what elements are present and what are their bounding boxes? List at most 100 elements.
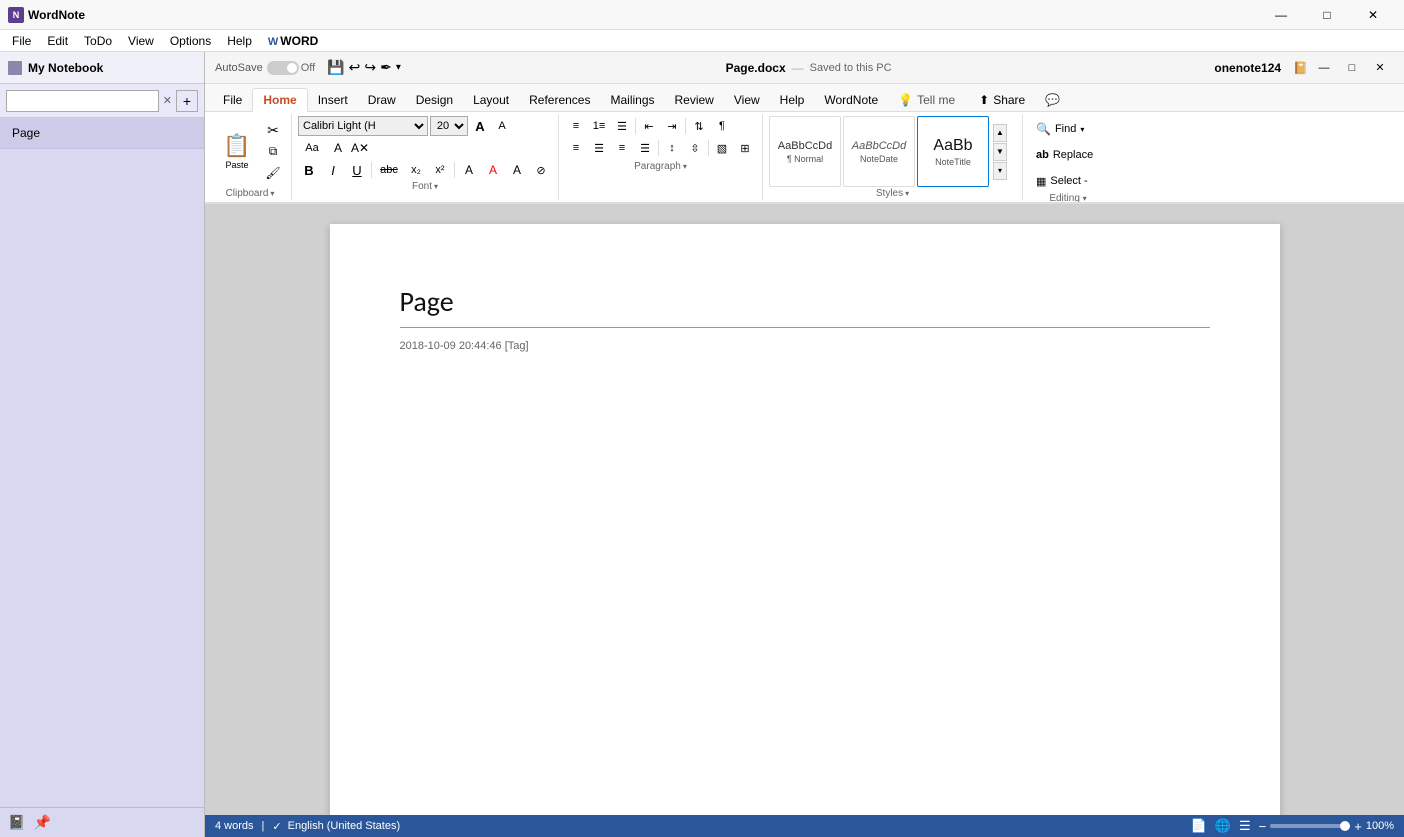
- menu-edit[interactable]: Edit: [39, 32, 76, 50]
- tab-layout[interactable]: Layout: [463, 89, 519, 111]
- status-separator1: |: [262, 820, 265, 832]
- sort-button[interactable]: ⇅: [688, 116, 710, 136]
- word-restore-button[interactable]: □: [1338, 57, 1366, 79]
- increase-indent-button[interactable]: ⇥: [661, 116, 683, 136]
- format-painter-button[interactable]: 🖌: [261, 163, 285, 183]
- shading-button[interactable]: ▧: [711, 138, 733, 158]
- styles-scroll-down[interactable]: ▼: [993, 143, 1007, 161]
- superscript-button[interactable]: x²: [429, 160, 451, 180]
- settings-bottom-icon[interactable]: 📌: [33, 814, 50, 831]
- font-misc-button[interactable]: ⊘: [530, 160, 552, 180]
- tab-home[interactable]: Home: [252, 88, 307, 112]
- select-button[interactable]: ▦ Select -: [1031, 170, 1105, 192]
- italic-button[interactable]: I: [322, 160, 344, 180]
- font-name-select[interactable]: Calibri Light (H: [298, 116, 428, 136]
- search-clear-button[interactable]: ✕: [163, 94, 172, 107]
- styles-scroll-up[interactable]: ▲: [993, 124, 1007, 142]
- para-spacing-button[interactable]: ⇳: [684, 138, 706, 158]
- tab-mailings[interactable]: Mailings: [600, 89, 664, 111]
- font-shrink-button[interactable]: A: [492, 116, 512, 136]
- style-notetitle[interactable]: AaBb NoteTitle: [917, 116, 989, 187]
- word-close-button[interactable]: ✕: [1366, 57, 1394, 79]
- tab-review[interactable]: Review: [665, 89, 724, 111]
- close-button[interactable]: ✕: [1350, 0, 1396, 30]
- tab-design[interactable]: Design: [406, 89, 463, 111]
- doc-info: Page.docx — Saved to this PC: [403, 61, 1215, 75]
- font-group: Calibri Light (H 20 A A Aa A A✕ B I U: [292, 114, 559, 200]
- view-web-button[interactable]: 🌐: [1215, 818, 1231, 834]
- notebook-bottom-icon[interactable]: 📓: [8, 814, 25, 831]
- style-normal[interactable]: AaBbCcDd ¶ Normal: [769, 116, 841, 187]
- font-size-select[interactable]: 20: [430, 116, 468, 136]
- share-button[interactable]: ⬆Share: [969, 89, 1035, 111]
- case-button[interactable]: Aa: [298, 138, 326, 158]
- zoom-slider[interactable]: [1270, 824, 1350, 828]
- underline-button[interactable]: U: [346, 160, 368, 180]
- tab-draw[interactable]: Draw: [358, 89, 406, 111]
- font-color-button[interactable]: A: [482, 160, 504, 180]
- word-minimize-button[interactable]: —: [1310, 57, 1338, 79]
- font-effect-button[interactable]: A: [506, 160, 528, 180]
- menu-view[interactable]: View: [120, 32, 162, 50]
- comments-button[interactable]: 💬: [1035, 89, 1070, 111]
- menu-options[interactable]: Options: [162, 32, 219, 50]
- page-item[interactable]: Page: [0, 118, 204, 149]
- borders-button[interactable]: ⊞: [734, 138, 756, 158]
- justify-button[interactable]: ☰: [634, 138, 656, 158]
- undo-button[interactable]: ↩: [347, 57, 363, 78]
- decrease-indent-button[interactable]: ⇤: [638, 116, 660, 136]
- proofing-button[interactable]: ✓: [272, 820, 281, 833]
- tell-me-input[interactable]: 💡Tell me: [888, 89, 965, 111]
- style-notedate[interactable]: AaBbCcDd NoteDate: [843, 116, 915, 187]
- qat-dropdown-button[interactable]: ▾: [394, 60, 403, 75]
- tab-view[interactable]: View: [724, 89, 770, 111]
- text-effects-button[interactable]: A: [328, 138, 348, 158]
- add-page-button[interactable]: +: [176, 90, 198, 112]
- cut-button[interactable]: ✂: [261, 121, 285, 141]
- view-normal-button[interactable]: 📄: [1191, 818, 1207, 834]
- align-left-button[interactable]: ≡: [565, 138, 587, 158]
- document-canvas[interactable]: Page 2018-10-09 20:44:46 [Tag]: [205, 204, 1404, 815]
- multilevel-button[interactable]: ☰: [611, 116, 633, 136]
- copy-button[interactable]: ⧉: [261, 142, 285, 162]
- numbering-button[interactable]: 1≡: [588, 116, 610, 136]
- strikethrough-button[interactable]: abc: [375, 160, 403, 180]
- wordnote-titlebar: N WordNote — □ ✕: [0, 0, 1404, 30]
- menu-todo[interactable]: ToDo: [76, 32, 120, 50]
- word-document-area: AutoSave Off 💾 ↩ ↪ ✒ ▾ Page.docx — Saved…: [205, 52, 1404, 837]
- subscript-button[interactable]: x₂: [405, 160, 427, 180]
- help-icon-button[interactable]: 📔: [1291, 59, 1310, 77]
- show-marks-button[interactable]: ¶: [711, 116, 733, 136]
- tab-references[interactable]: References: [519, 89, 600, 111]
- tab-help[interactable]: Help: [770, 89, 815, 111]
- zoom-out-button[interactable]: −: [1259, 819, 1267, 834]
- find-button[interactable]: 🔍 Find ▾: [1031, 118, 1105, 140]
- menu-word[interactable]: WWORD: [260, 32, 326, 50]
- maximize-button[interactable]: □: [1304, 0, 1350, 30]
- menu-help[interactable]: Help: [219, 32, 260, 50]
- clear-format-button[interactable]: A✕: [350, 138, 370, 158]
- menu-file[interactable]: File: [4, 32, 39, 50]
- word-titlebar: AutoSave Off 💾 ↩ ↪ ✒ ▾ Page.docx — Saved…: [205, 52, 1404, 84]
- zoom-in-button[interactable]: +: [1354, 819, 1362, 834]
- align-center-button[interactable]: ☰: [588, 138, 610, 158]
- redo-button[interactable]: ↪: [362, 57, 378, 78]
- text-highlight-button[interactable]: A: [458, 160, 480, 180]
- tab-insert[interactable]: Insert: [308, 89, 358, 111]
- bullets-button[interactable]: ≡: [565, 116, 587, 136]
- paste-button[interactable]: 📋 Paste: [215, 116, 259, 187]
- minimize-button[interactable]: —: [1258, 0, 1304, 30]
- view-outline-button[interactable]: ☰: [1239, 818, 1251, 834]
- ink-button[interactable]: ✒: [378, 57, 394, 78]
- align-right-button[interactable]: ≡: [611, 138, 633, 158]
- font-grow-button[interactable]: A: [470, 116, 490, 136]
- search-input[interactable]: [6, 90, 159, 112]
- tab-wordnote[interactable]: WordNote: [814, 89, 888, 111]
- styles-expand[interactable]: ▾: [993, 162, 1007, 180]
- line-spacing-button[interactable]: ↕: [661, 138, 683, 158]
- save-button[interactable]: 💾: [325, 57, 346, 78]
- bold-button[interactable]: B: [298, 160, 320, 180]
- replace-button[interactable]: ab Replace: [1031, 144, 1105, 166]
- tab-file[interactable]: File: [213, 89, 252, 111]
- autosave-toggle[interactable]: [267, 61, 299, 75]
